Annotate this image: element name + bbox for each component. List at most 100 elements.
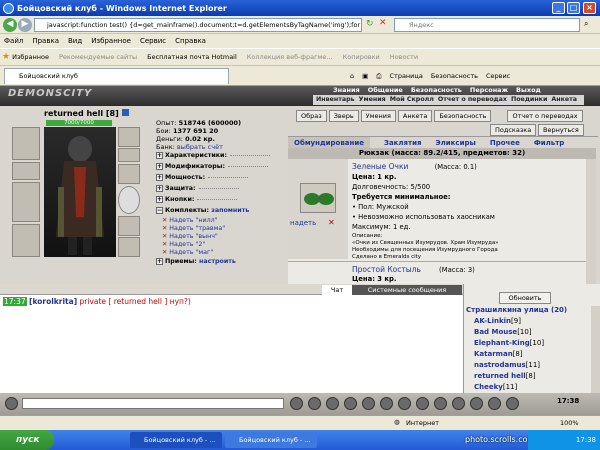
subnav-profile[interactable]: Анкета [551, 95, 577, 105]
refresh-button[interactable]: Обновить [499, 292, 551, 304]
menu-help[interactable]: Справка [175, 37, 206, 45]
chat-settings-icon[interactable] [5, 397, 18, 410]
section-characteristics[interactable]: + Характеристики: [156, 152, 270, 159]
clear-icon[interactable] [326, 397, 339, 410]
menu-edit[interactable]: Правка [32, 37, 59, 45]
address-input[interactable]: javascript:function test() {d=get_mainfr… [34, 18, 362, 32]
back-icon[interactable]: ◀ [3, 18, 17, 32]
browser-tab[interactable]: Бойцовский клуб [4, 68, 229, 84]
player-row[interactable]: returned hell[8] [474, 372, 536, 380]
forward-icon[interactable]: ▶ [18, 18, 32, 32]
fav-item-webslices[interactable]: Коллекция веб-фрагме... [247, 53, 333, 61]
translit-icon[interactable] [344, 397, 357, 410]
search-input[interactable]: Яндекс [394, 18, 580, 32]
nav-knowledge[interactable]: Знания [333, 86, 360, 95]
return-button[interactable]: Вернуться [538, 124, 584, 136]
send-icon[interactable] [290, 397, 303, 410]
section-defense[interactable]: + Защита: [156, 185, 239, 192]
section-modifiers[interactable]: + Модификаторы: [156, 163, 268, 170]
wear-set-2[interactable]: ✕ Надеть "травма" [162, 225, 225, 232]
shield-slot[interactable] [118, 186, 140, 214]
wear-set-1[interactable]: ✕ Надеть "нилл" [162, 217, 218, 224]
tab-elixirs[interactable]: Эликсиры [436, 137, 476, 148]
wear-set-4[interactable]: ✕ Надеть "2" [162, 241, 205, 248]
necklace-slot[interactable] [12, 162, 40, 180]
subnav-transfers[interactable]: Отчет о переводах [438, 95, 507, 105]
inventory-scrollbar[interactable] [586, 159, 596, 284]
delete-item-icon[interactable]: ✕ [328, 218, 335, 227]
stop-icon[interactable]: ✕ [379, 18, 387, 28]
player-row[interactable]: nastrodamus[11] [474, 361, 540, 369]
hint-button[interactable]: Подсказка [490, 124, 537, 136]
bracer-slot[interactable] [118, 164, 140, 184]
tab-filter[interactable]: Фильтр [534, 137, 564, 148]
boots-slot[interactable] [118, 237, 140, 257]
player-row[interactable]: AK-Linkin[9] [474, 317, 521, 325]
fav-item-news[interactable]: Новости [390, 53, 418, 61]
item2-name-link[interactable]: Простой Костыль [352, 265, 421, 274]
fav-item-hotmail[interactable]: Бесплатная почта Hotmail [147, 53, 237, 61]
maximize-button[interactable]: □ [567, 2, 580, 14]
friends-icon[interactable] [398, 397, 411, 410]
wear-set-3[interactable]: ✕ Надеть "вынч" [162, 233, 218, 240]
search-icon[interactable]: ⌕ [584, 19, 588, 29]
helmet-slot[interactable] [12, 127, 40, 160]
nav-communication[interactable]: Общение [368, 86, 403, 95]
wear-item-link[interactable]: надеть [290, 219, 316, 227]
chat-sender[interactable]: [korolkrita] [29, 297, 77, 306]
bank-link[interactable]: выбрать счёт [177, 143, 223, 151]
glove-slot[interactable] [118, 148, 140, 162]
armor-slot[interactable] [12, 224, 40, 257]
subnav-inventory[interactable]: Инвентарь [316, 95, 355, 105]
image-button[interactable]: Образ [296, 110, 327, 122]
cmd-page[interactable]: Страница [390, 72, 423, 80]
fav-item-copies[interactable]: Копировки [343, 53, 380, 61]
cmd-tools[interactable]: Сервис [486, 72, 510, 80]
skills-button[interactable]: Умения [360, 110, 396, 122]
mail-icon[interactable] [416, 397, 429, 410]
nav-exit[interactable]: Выход [516, 86, 541, 95]
task-window-2[interactable]: Бойцовский клуб - ... [225, 432, 317, 448]
chat-tab[interactable]: Чат [322, 285, 352, 295]
profile-button[interactable]: Анкета [397, 110, 433, 122]
menu-favorites[interactable]: Избранное [91, 37, 131, 45]
info-icon[interactable] [470, 397, 483, 410]
player-row[interactable]: Katarman[8] [474, 350, 523, 358]
task-window-1[interactable]: Бойцовский клуб - ... [130, 432, 222, 448]
map-icon[interactable] [434, 397, 447, 410]
chat-input[interactable] [22, 398, 284, 409]
home-icon[interactable]: ⌂ [350, 72, 354, 80]
start-button[interactable]: пуск [0, 430, 54, 450]
tab-other[interactable]: Прочее [490, 137, 520, 148]
item-name-link[interactable]: Зеленые Очки [352, 162, 408, 171]
section-sets[interactable]: − Комплекты: запомнить [156, 207, 249, 214]
security-button[interactable]: Безопасность [434, 110, 492, 122]
transfers-button[interactable]: Отчет о переводах [507, 110, 583, 122]
subnav-skills[interactable]: Умения [359, 95, 386, 105]
subnav-myscroll[interactable]: Мой Скролл [390, 95, 434, 105]
feeds-icon[interactable]: ▣ [362, 72, 368, 80]
remember-set-link[interactable]: запомнить [211, 207, 249, 214]
exit-icon[interactable] [506, 397, 519, 410]
pet-button[interactable]: Зверь [328, 110, 359, 122]
smiles-icon[interactable] [308, 397, 321, 410]
zoom-level[interactable]: 100% [560, 419, 579, 427]
fav-item-recommended[interactable]: Рекомендуемые сайты [59, 53, 137, 61]
help-icon[interactable] [488, 397, 501, 410]
players-scrollbar[interactable] [591, 306, 600, 393]
sound-icon[interactable] [362, 397, 375, 410]
player-row[interactable]: Cheeky[11] [474, 383, 517, 393]
menu-view[interactable]: Вид [68, 37, 82, 45]
nav-security[interactable]: Безопасность [411, 86, 462, 95]
system-messages-tab[interactable]: Системные сообщения [352, 285, 462, 295]
player-row[interactable]: Bad Mouse[10] [474, 328, 532, 336]
refresh-icon[interactable]: ↻ [366, 19, 374, 29]
menu-tools[interactable]: Сервис [140, 37, 166, 45]
weapon-slot[interactable] [12, 182, 40, 222]
close-button[interactable]: × [583, 2, 596, 14]
nav-character[interactable]: Персонаж [470, 86, 508, 95]
subnav-duels[interactable]: Поединки [511, 95, 547, 105]
cmd-security[interactable]: Безопасность [431, 72, 478, 80]
favorites-button[interactable]: Избранное [12, 53, 49, 61]
section-techniques[interactable]: + Приемы: настроить [156, 258, 236, 265]
